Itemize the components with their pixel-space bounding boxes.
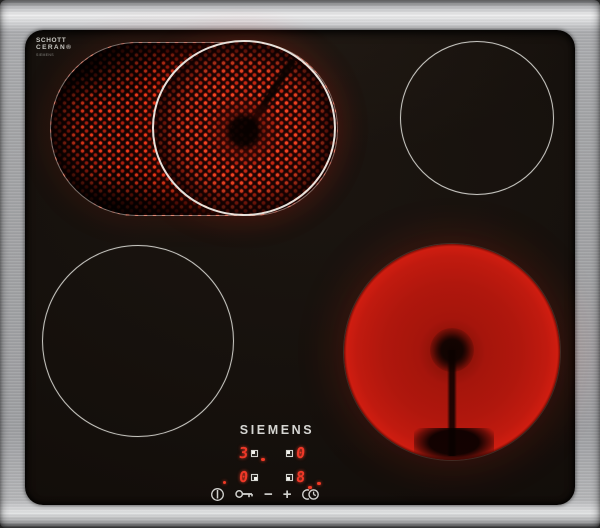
display-cell-front-left[interactable]: 0 <box>238 468 259 486</box>
power-led-dot <box>222 480 226 484</box>
plus-label: + <box>282 485 292 503</box>
heating-element-sensor-arm <box>240 57 298 137</box>
power-digit: 0 <box>295 444 306 462</box>
child-lock-button[interactable] <box>235 489 254 499</box>
power-digit: 3 <box>238 444 249 462</box>
power-digit: 0 <box>238 468 249 486</box>
timer-button[interactable] <box>301 481 321 501</box>
power-icon <box>211 487 224 501</box>
element-terminal-shadow <box>414 428 494 460</box>
burner-back-right <box>400 41 554 195</box>
touch-control-row: − + <box>210 480 321 503</box>
key-lock-icon <box>235 490 253 498</box>
badge-line2: CERAN® <box>36 44 73 52</box>
zone-indicator-square-icon <box>251 474 259 481</box>
timer-led-dot <box>317 481 321 485</box>
led-dot <box>261 457 265 461</box>
display-cell-front-right[interactable]: 8 <box>286 468 312 489</box>
ceramic-glass-surface: SCHOTT CERAN® SIEMENS SIEMENS 3 0 0 8 − … <box>25 30 575 505</box>
display-cell-back-left[interactable]: 3 <box>238 444 265 462</box>
power-digit: 8 <box>295 468 306 486</box>
minus-button[interactable]: − <box>264 487 273 502</box>
minus-label: − <box>264 485 273 503</box>
zone-indicator-square-icon <box>286 474 293 481</box>
zone-indicator-square-icon <box>251 450 259 457</box>
zone-indicator-square-icon <box>286 450 293 457</box>
burner-back-left-main-circle <box>152 40 336 216</box>
timer-clock-icon <box>301 488 319 500</box>
hob-product-photo: SCHOTT CERAN® SIEMENS SIEMENS 3 0 0 8 − … <box>0 0 600 528</box>
display-cell-back-right[interactable]: 0 <box>286 444 306 462</box>
siemens-logo: SIEMENS <box>239 423 315 437</box>
badge-subline: SIEMENS <box>36 53 54 58</box>
burner-front-right-dual-zone <box>344 244 560 460</box>
schott-ceran-badge: SCHOTT CERAN® SIEMENS <box>36 37 72 58</box>
burner-front-left <box>42 245 234 437</box>
plus-button[interactable]: + <box>283 487 292 502</box>
power-button[interactable] <box>210 480 226 502</box>
